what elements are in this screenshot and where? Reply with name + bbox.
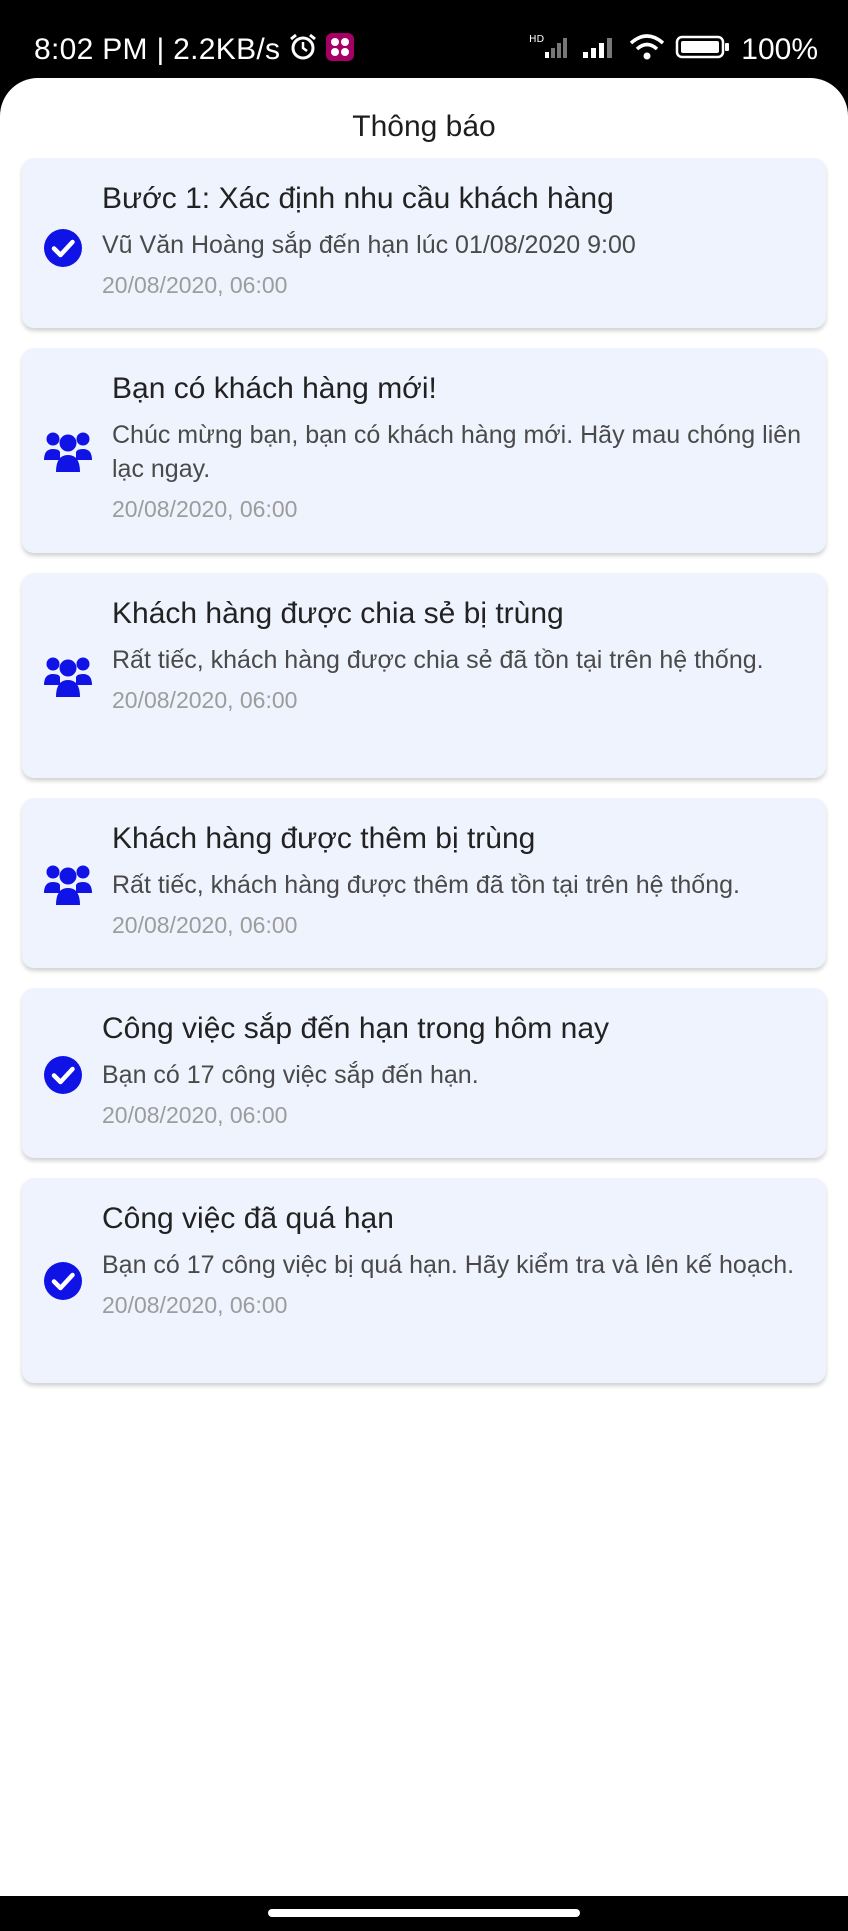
notification-title: Bạn có khách hàng mới!: [112, 372, 437, 405]
notification-message: Bạn có 17 công việc sắp đến hạn.: [102, 1061, 479, 1089]
notification-time: 20/08/2020, 06:00: [112, 687, 298, 713]
status-time: 8:02 PM | 2.2KB/s: [34, 32, 281, 66]
users-icon: [44, 653, 92, 704]
svg-text:HD: HD: [529, 34, 545, 45]
notification-title: Công việc đã quá hạn: [102, 1202, 394, 1235]
notification-body: Bước 1: Xác định nhu cầu khách hàng Vũ V…: [102, 180, 806, 300]
check-circle-icon: [44, 229, 82, 272]
wifi-icon: [629, 32, 665, 67]
battery-percentage: 100%: [741, 32, 818, 66]
notification-body: Bạn có khách hàng mới! Chúc mừng bạn, bạ…: [112, 370, 806, 524]
notification-time: 20/08/2020, 06:00: [112, 496, 298, 522]
notification-title: Khách hàng được chia sẻ bị trùng: [112, 597, 564, 630]
notification-title: Công việc sắp đến hạn trong hôm nay: [102, 1012, 609, 1045]
notification-message: Rất tiếc, khách hàng được thêm đã tồn tạ…: [112, 871, 740, 899]
users-icon: [44, 428, 92, 479]
notification-title: Bước 1: Xác định nhu cầu khách hàng: [102, 182, 614, 215]
notification-body: Công việc đã quá hạn Bạn có 17 công việc…: [102, 1200, 806, 1320]
notification-body: Khách hàng được thêm bị trùng Rất tiếc, …: [112, 820, 806, 940]
notification-time: 20/08/2020, 06:00: [112, 912, 298, 938]
notification-time: 20/08/2020, 06:00: [102, 1102, 288, 1128]
hd-signal-icon: HD: [529, 32, 571, 67]
notification-body: Công việc sắp đến hạn trong hôm nay Bạn …: [102, 1010, 806, 1130]
check-circle-icon: [44, 1262, 82, 1305]
signal-icon: [581, 32, 619, 67]
notification-message: Rất tiếc, khách hàng được chia sẻ đã tồn…: [112, 646, 764, 674]
notification-time: 20/08/2020, 06:00: [102, 1292, 288, 1318]
notification-card[interactable]: Bạn có khách hàng mới! Chúc mừng bạn, bạ…: [22, 348, 826, 553]
notification-message: Bạn có 17 công việc bị quá hạn. Hãy kiểm…: [102, 1251, 795, 1279]
notification-card[interactable]: Công việc sắp đến hạn trong hôm nay Bạn …: [22, 988, 826, 1158]
users-icon: [44, 861, 92, 912]
notification-card[interactable]: Công việc đã quá hạn Bạn có 17 công việc…: [22, 1178, 826, 1383]
notification-body: Khách hàng được chia sẻ bị trùng Rất tiế…: [112, 595, 806, 715]
notification-title: Khách hàng được thêm bị trùng: [112, 822, 536, 855]
notification-card[interactable]: Khách hàng được chia sẻ bị trùng Rất tiế…: [22, 573, 826, 778]
notification-message: Chúc mừng bạn, bạn có khách hàng mới. Hã…: [112, 421, 802, 483]
status-bar: 8:02 PM | 2.2KB/s HD 100%: [0, 0, 848, 80]
notification-time: 20/08/2020, 06:00: [102, 272, 288, 298]
notification-card[interactable]: Bước 1: Xác định nhu cầu khách hàng Vũ V…: [22, 158, 826, 328]
momo-app-icon: [326, 33, 355, 66]
status-left: 8:02 PM | 2.2KB/s: [34, 32, 355, 67]
notification-card[interactable]: Khách hàng được thêm bị trùng Rất tiếc, …: [22, 798, 826, 968]
alarm-icon: [288, 32, 318, 67]
status-right: HD 100%: [529, 32, 818, 67]
notification-message: Vũ Văn Hoàng sắp đến hạn lúc 01/08/2020 …: [102, 231, 636, 259]
page-title: Thông báo: [352, 110, 496, 143]
notification-list: Bước 1: Xác định nhu cầu khách hàng Vũ V…: [22, 158, 826, 1403]
battery-icon: [675, 32, 731, 67]
home-indicator[interactable]: [268, 1909, 580, 1917]
check-circle-icon: [44, 1056, 82, 1099]
